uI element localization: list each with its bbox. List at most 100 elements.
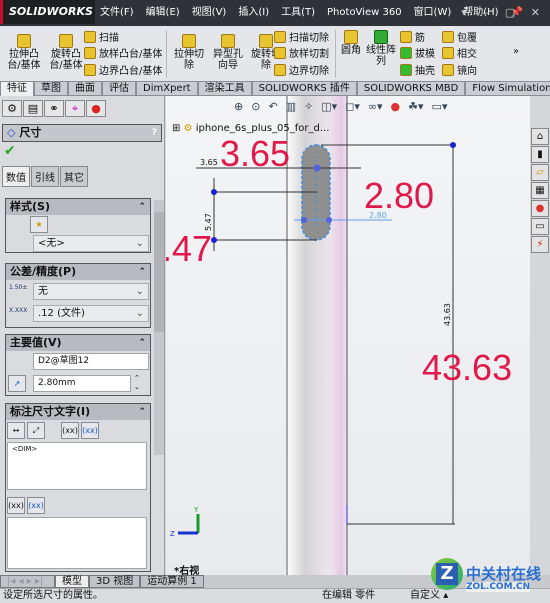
tab-features[interactable]: 特征 (0, 81, 34, 96)
dynamic-annotation-icon[interactable]: ✧ (304, 100, 313, 113)
section-view-icon[interactable]: ▥ (286, 100, 296, 113)
loft-cut-button[interactable]: 放样切割 (274, 45, 329, 60)
units-select[interactable]: 自定义 ▴ (410, 589, 448, 603)
view-palette-icon[interactable]: ▦ (531, 182, 549, 199)
tab-other[interactable]: 其它 (60, 166, 88, 187)
draft-button[interactable]: 拔模 (400, 45, 435, 60)
sketch-point[interactable] (450, 142, 456, 148)
sweep-button[interactable]: 扫描 (84, 29, 119, 44)
tab-motion-study[interactable]: 运动算例 1 (140, 575, 204, 588)
dimension-value-field[interactable]: 2.80mm (33, 375, 131, 392)
dimension-text-area-2[interactable] (7, 517, 147, 569)
dimension-3-65[interactable]: 3.65 (200, 158, 218, 167)
design-library-icon[interactable]: ▮ (531, 146, 549, 163)
configuration-manager-icon[interactable]: ⚭ (44, 100, 64, 117)
file-explorer-icon[interactable]: ▱ (531, 164, 549, 181)
help-icon[interactable]: ? (152, 125, 157, 141)
primary-value-header[interactable]: 主要值(V) ⌃ (5, 334, 151, 352)
custom-properties-icon[interactable]: ▭ (531, 218, 549, 235)
previous-view-icon[interactable]: ↶ (268, 100, 277, 113)
display-style-icon[interactable]: ◻▾ (345, 100, 360, 113)
inspection-button-2[interactable]: (xx) (27, 497, 45, 514)
tolerance-header[interactable]: 公差/精度(P) ⌃ (5, 263, 151, 281)
menu-insert[interactable]: 插入(I) (238, 0, 269, 26)
feature-tree-root[interactable]: ⊞ ⚙ iphone_6s_plus_05_for_d... (172, 123, 329, 134)
precision-select[interactable]: .12 (文件) ⌄ (33, 305, 149, 322)
menu-window[interactable]: 窗口(W) (414, 0, 452, 26)
panel-scrollbar[interactable] (154, 200, 164, 455)
hide-show-icon[interactable]: ∞▾ (368, 100, 383, 113)
sweep-cut-button[interactable]: 扫描切除 (274, 29, 329, 44)
sketch-point[interactable] (211, 189, 217, 195)
ok-checkmark-button[interactable]: ✔ (4, 143, 16, 159)
inspection-button[interactable]: (xx) (81, 422, 99, 439)
property-manager-icon[interactable]: ▤ (23, 100, 43, 117)
tolerance-type-select[interactable]: 无 ⌄ (33, 283, 149, 300)
center-text-icon[interactable]: ↔ (7, 422, 25, 439)
intersect-button[interactable]: 相交 (442, 45, 477, 60)
mirror-button[interactable]: 镜向 (442, 62, 477, 77)
loft-boss-button[interactable]: 放样凸台/基体 (84, 45, 162, 60)
tab-dimxpert[interactable]: DimXpert (136, 81, 198, 96)
parentheses-button-2[interactable]: (xx) (7, 497, 25, 514)
tab-leaders[interactable]: 引线 (31, 166, 59, 187)
dimxpert-manager-icon[interactable]: ⌖ (65, 100, 85, 117)
tab-surfaces[interactable]: 曲面 (68, 81, 102, 96)
dimension-name-field[interactable]: D2@草图12 (33, 353, 149, 370)
tab-3d-views[interactable]: 3D 视图 (89, 575, 141, 588)
value-spinner[interactable]: ⌃ ⌄ (134, 374, 140, 392)
tab-render-tools[interactable]: 渲染工具 (197, 81, 252, 96)
reverse-direction-icon[interactable]: ↗ (8, 375, 26, 392)
offset-text-icon[interactable]: ⤢ (27, 422, 45, 439)
sketch-point[interactable] (313, 164, 321, 172)
display-manager-icon[interactable]: ● (86, 100, 106, 117)
extrude-cut-button[interactable]: 拉伸切除 (170, 34, 208, 71)
extrude-boss-button[interactable]: 拉伸凸台/基体 (4, 34, 44, 71)
hole-wizard-button[interactable]: 异型孔向导 (210, 34, 246, 71)
appearance-icon[interactable]: ● (391, 100, 401, 113)
appearances-icon[interactable]: ● (531, 200, 549, 217)
more-button[interactable]: » (513, 46, 519, 57)
menu-photoview[interactable]: PhotoView 360 (327, 0, 402, 26)
wrap-button[interactable]: 包覆 (442, 29, 477, 44)
dimension-text-header[interactable]: 标注尺寸文字(I) ⌃ (5, 403, 151, 421)
fillet-button[interactable]: 圆角 (338, 30, 364, 56)
menu-view[interactable]: 视图(V) (192, 0, 227, 26)
boundary-cut-button[interactable]: 边界切除 (274, 62, 329, 77)
tab-scroll-arrows[interactable]: |◂ ◂ ▸ ▸| (0, 575, 55, 588)
menu-file[interactable]: 文件(F) (100, 0, 134, 26)
zoom-to-fit-icon[interactable]: ⊕ (234, 100, 243, 113)
home-icon[interactable]: ⌂ (531, 128, 549, 145)
tab-evaluate[interactable]: 评估 (102, 81, 136, 96)
rib-button[interactable]: 筋 (400, 29, 425, 44)
scene-icon[interactable]: ☘▾ (408, 100, 423, 113)
feature-manager-icon[interactable]: ⚙ (2, 100, 22, 117)
menu-edit[interactable]: 编辑(E) (146, 0, 180, 26)
sketch-point[interactable] (326, 217, 332, 223)
shell-button[interactable]: 抽壳 (400, 62, 435, 77)
tab-value[interactable]: 数值 (2, 166, 30, 187)
tab-model[interactable]: 模型 (55, 575, 89, 588)
tab-mbd[interactable]: SOLIDWORKS MBD (356, 81, 466, 96)
zoom-area-icon[interactable]: ⊙ (251, 100, 260, 113)
linear-pattern-button[interactable]: 线性阵列 (366, 30, 396, 67)
boundary-boss-button[interactable]: 边界凸台/基体 (84, 62, 162, 77)
revolve-boss-button[interactable]: 旋转凸台/基体 (46, 34, 86, 71)
load-style-icon[interactable]: ★ (30, 216, 48, 233)
tab-addins[interactable]: SOLIDWORKS 插件 (251, 81, 357, 96)
dimension-text-area[interactable]: <DIM> (7, 442, 147, 490)
view-settings-icon[interactable]: ▭▾ (432, 100, 448, 113)
menu-tools[interactable]: 工具(T) (281, 0, 315, 26)
sketch-point[interactable] (301, 217, 307, 223)
style-select[interactable]: <无> ⌄ (33, 235, 149, 252)
style-header[interactable]: 样式(S) ⌃ (5, 198, 151, 216)
panel-title-bar: ◇ 尺寸? (2, 124, 162, 142)
dimension-43-63[interactable]: 43.63 (443, 303, 452, 326)
window-controls[interactable]: ▾ ‒ ▢ ✕ (461, 0, 546, 26)
parentheses-button[interactable]: (xx) (61, 422, 79, 439)
solidworks-forum-icon[interactable]: ⚡ (531, 236, 549, 253)
graphics-area[interactable]: 3.65 5.47 2.80 43.63 3.65 2.80 5.47 43.6… (166, 96, 530, 577)
tab-sketch[interactable]: 草图 (34, 81, 68, 96)
tab-flow-simulation[interactable]: Flow Simulation (465, 81, 550, 96)
view-orientation-icon[interactable]: ◫▾ (321, 100, 337, 113)
